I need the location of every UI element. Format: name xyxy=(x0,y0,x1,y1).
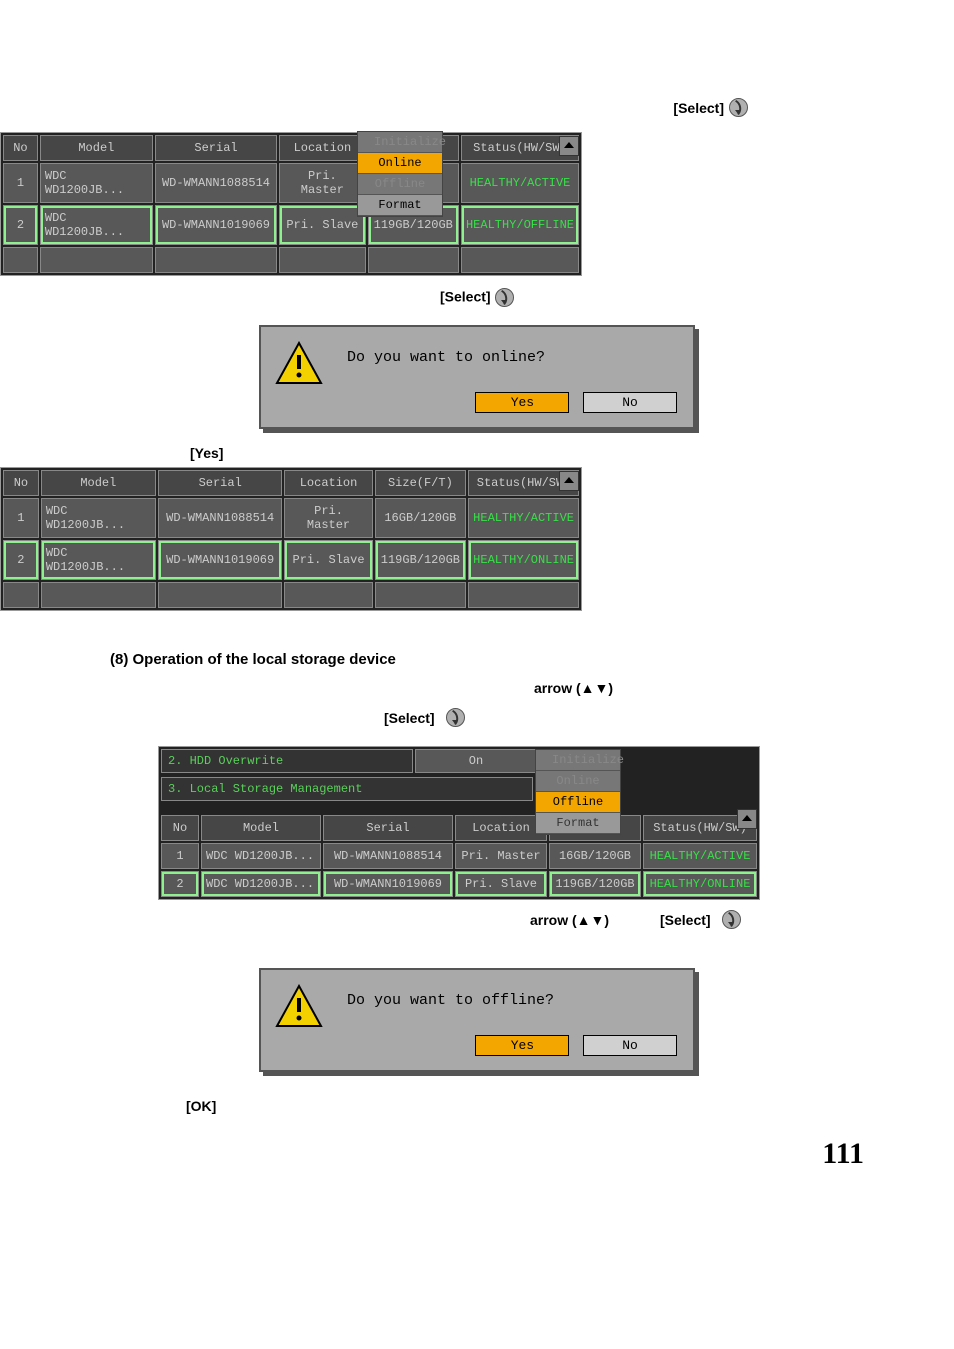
no-button[interactable]: No xyxy=(583,392,677,413)
confirm-online-dialog: Do you want to online? Yes No xyxy=(259,325,695,429)
col-serial: Serial xyxy=(158,470,283,496)
col-model: Model xyxy=(201,815,321,841)
col-model: Model xyxy=(41,470,156,496)
arrow-label: arrow (▲▼) xyxy=(534,680,613,696)
section-8-heading: (8) Operation of the local storage devic… xyxy=(110,651,954,668)
confirm-offline-dialog: Do you want to offline? Yes No xyxy=(259,968,695,1072)
table-row-selected[interactable]: 2 WDC WD1200JB... WD-WMANN1019069 Pri. S… xyxy=(161,871,757,897)
warning-icon xyxy=(275,984,323,1028)
select-label: [Select] xyxy=(384,710,435,726)
col-location: Location xyxy=(455,815,547,841)
cfg-local-storage-mgmt[interactable]: 3. Local Storage Management xyxy=(161,777,533,801)
table-row[interactable]: 1 WDC WD1200JB... WD-WMANN1088514 Pri. M… xyxy=(3,163,579,203)
action-popup-menu: Initialize Online Offline Format xyxy=(535,749,621,835)
col-location: Location xyxy=(279,135,365,161)
scroll-up-icon[interactable] xyxy=(559,136,579,156)
menu-item-initialize[interactable]: Initialize xyxy=(358,132,442,153)
col-model: Model xyxy=(40,135,153,161)
table-row-selected[interactable]: 2 WDC WD1200JB... WD-WMANN1019069 Pri. S… xyxy=(3,540,579,580)
menu-item-offline[interactable]: Offline xyxy=(358,174,442,195)
yes-label: [Yes] xyxy=(190,445,223,461)
no-button[interactable]: No xyxy=(583,1035,677,1056)
yes-button[interactable]: Yes xyxy=(475,392,569,413)
col-serial: Serial xyxy=(323,815,453,841)
select-rotary-icon[interactable] xyxy=(722,910,741,929)
select-label: [Select] xyxy=(440,289,491,305)
cfg-hdd-overwrite-value[interactable]: On xyxy=(415,749,537,773)
menu-item-format[interactable]: Format xyxy=(536,813,620,834)
storage-table-1: No Model Serial Location Status(HW/SW) 1… xyxy=(0,132,582,276)
menu-item-online[interactable]: Online xyxy=(536,771,620,792)
warning-icon xyxy=(275,341,323,385)
confirm-message: Do you want to offline? xyxy=(347,992,677,1009)
scroll-up-icon[interactable] xyxy=(559,471,579,491)
cfg-hdd-overwrite[interactable]: 2. HDD Overwrite xyxy=(161,749,413,773)
table-row[interactable]: 1 WDC WD1200JB... WD-WMANN1088514 Pri. M… xyxy=(161,843,757,869)
menu-item-online[interactable]: Online xyxy=(358,153,442,174)
storage-table-3: 2. HDD Overwrite On 3. Local Storage Man… xyxy=(158,746,760,900)
select-rotary-icon[interactable] xyxy=(495,288,514,307)
yes-button[interactable]: Yes xyxy=(475,1035,569,1056)
col-no: No xyxy=(3,470,39,496)
action-popup-menu: Initialize Online Offline Format xyxy=(357,131,443,217)
menu-item-offline[interactable]: Offline xyxy=(536,792,620,813)
ok-label: [OK] xyxy=(186,1098,216,1114)
table-row-selected[interactable]: 2 WDC WD1200JB... WD-WMANN1019069 Pri. S… xyxy=(3,205,579,245)
select-rotary-icon[interactable] xyxy=(446,708,465,727)
menu-item-initialize[interactable]: Initialize xyxy=(536,750,620,771)
col-location: Location xyxy=(284,470,372,496)
storage-table-2: No Model Serial Location Size(F/T) Statu… xyxy=(0,467,582,611)
select-rotary-icon[interactable] xyxy=(729,98,748,117)
col-no: No xyxy=(161,815,199,841)
scroll-up-icon[interactable] xyxy=(737,809,757,829)
col-no: No xyxy=(3,135,38,161)
col-size: Size(F/T) xyxy=(375,470,467,496)
col-serial: Serial xyxy=(155,135,277,161)
select-label: [Select] xyxy=(660,912,711,928)
select-label: [Select] xyxy=(673,100,724,116)
table-row[interactable]: 1 WDC WD1200JB... WD-WMANN1088514 Pri. M… xyxy=(3,498,579,538)
arrow-label: arrow (▲▼) xyxy=(530,912,609,928)
menu-item-format[interactable]: Format xyxy=(358,195,442,216)
confirm-message: Do you want to online? xyxy=(347,349,677,366)
page-number: 111 xyxy=(822,1137,864,1171)
